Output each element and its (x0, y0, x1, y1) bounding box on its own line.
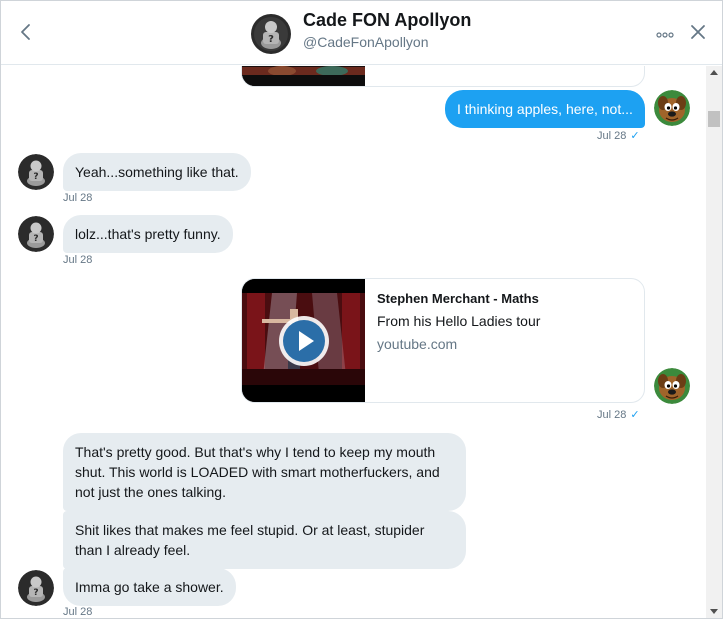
incoming-message[interactable]: Imma go take a shower. (63, 568, 236, 606)
play-icon (279, 316, 329, 366)
my-avatar[interactable] (654, 90, 690, 126)
svg-text:?: ? (268, 34, 274, 45)
message-timestamp: Jul 28 ✓ (597, 130, 640, 142)
conversation-header: ? Cade FON Apollyon @CadeFonApollyon (1, 1, 722, 65)
chevron-left-icon (21, 24, 30, 40)
read-check-icon: ✓ (630, 130, 640, 142)
contact-name: Cade FON Apollyon (303, 10, 472, 30)
more-options-button[interactable] (656, 27, 674, 38)
message-timestamp: Jul 28 (63, 606, 93, 618)
contact-message-avatar[interactable]: ? (18, 570, 54, 606)
outgoing-message[interactable]: I thinking apples, here, not... (445, 90, 645, 128)
close-button[interactable] (689, 23, 707, 41)
default-profile-icon: ? (251, 14, 291, 54)
scroll-down-arrow-icon[interactable] (710, 609, 718, 614)
default-profile-icon: ? (18, 154, 54, 190)
incoming-message[interactable]: That's pretty good. But that's why I ten… (63, 433, 466, 511)
message-text: Shit likes that makes me feel stupid. Or… (75, 522, 425, 558)
my-avatar[interactable] (654, 368, 690, 404)
svg-text:?: ? (33, 234, 38, 244)
message-timestamp: Jul 28 (63, 254, 93, 266)
message-text: Yeah...something like that. (75, 164, 239, 180)
contact-avatar[interactable]: ? (251, 14, 291, 54)
link-card-previous[interactable] (241, 66, 645, 87)
back-button[interactable] (15, 21, 37, 43)
message-list[interactable]: I thinking apples, here, not... Jul 28✓ (1, 66, 706, 618)
dm-window: ? Cade FON Apollyon @CadeFonApollyon I t… (0, 0, 723, 619)
scroll-up-arrow-icon[interactable] (710, 70, 718, 75)
default-profile-icon: ? (18, 570, 54, 606)
vertical-scrollbar[interactable] (706, 66, 722, 618)
link-preview-card[interactable]: Stephen Merchant - Maths From his Hello … (241, 278, 645, 403)
message-text: Imma go take a shower. (75, 579, 224, 595)
card-title: Stephen Merchant - Maths (377, 291, 539, 306)
contact-message-avatar[interactable]: ? (18, 216, 54, 252)
message-timestamp: Jul 28 (63, 192, 93, 204)
scrollbar-thumb[interactable] (708, 111, 720, 127)
play-button[interactable] (277, 314, 331, 368)
message-text: I thinking apples, here, not... (457, 101, 633, 117)
card-description: From his Hello Ladies tour (377, 313, 541, 329)
message-timestamp: Jul 28 ✓ (597, 409, 640, 421)
dog-cartoon-icon (654, 368, 690, 404)
contact-message-avatar[interactable]: ? (18, 154, 54, 190)
message-text: lolz...that's pretty funny. (75, 226, 221, 242)
incoming-message[interactable]: Shit likes that makes me feel stupid. Or… (63, 511, 466, 569)
svg-text:?: ? (33, 172, 38, 182)
video-thumbnail (242, 66, 365, 86)
incoming-message[interactable]: Yeah...something like that. (63, 153, 251, 191)
default-profile-icon: ? (18, 216, 54, 252)
svg-text:?: ? (33, 588, 38, 598)
dog-cartoon-icon (654, 90, 690, 126)
close-icon (691, 25, 705, 39)
more-dots-icon (656, 32, 674, 38)
video-thumbnail[interactable] (242, 279, 365, 402)
incoming-message[interactable]: lolz...that's pretty funny. (63, 215, 233, 253)
contact-handle: @CadeFonApollyon (303, 34, 429, 50)
read-check-icon: ✓ (630, 409, 640, 421)
message-text: That's pretty good. But that's why I ten… (75, 444, 440, 500)
card-domain: youtube.com (377, 336, 458, 352)
